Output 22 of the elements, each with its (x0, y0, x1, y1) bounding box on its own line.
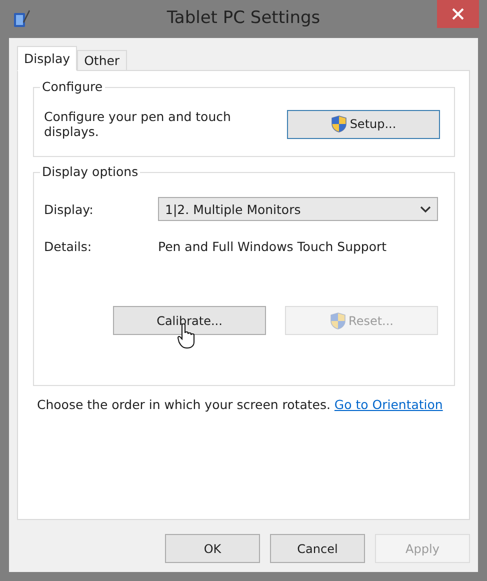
push-button[interactable]: OK (165, 534, 260, 563)
field-label: Details: (44, 239, 93, 254)
shield-icon (330, 312, 346, 330)
group-title: Configure (40, 79, 105, 94)
push-button[interactable]: Calibrate... (113, 306, 266, 335)
push-button[interactable]: Cancel (270, 534, 365, 563)
tab[interactable]: Other (77, 50, 127, 71)
description-text: Configure your pen and touch displays. (44, 109, 232, 139)
push-button[interactable]: Setup... (287, 110, 440, 138)
close-button[interactable] (437, 0, 479, 28)
window-title: Tablet PC Settings (166, 8, 322, 28)
group-title: Display options (40, 164, 140, 179)
chevron-down-icon (420, 206, 431, 212)
tablet-pen-icon (13, 9, 31, 29)
display-dropdown[interactable]: 1|2. Multiple Monitors (158, 197, 438, 221)
close-icon (452, 8, 464, 20)
details-value: Pen and Full Windows Touch Support (158, 239, 387, 254)
field-label: Display: (44, 202, 94, 216)
orientation-link[interactable]: Go to Orientation (334, 397, 443, 412)
tab[interactable]: Display (17, 46, 78, 71)
orientation-text: Choose the order in which your screen rotates. Go to Orientation (37, 396, 444, 414)
shield-icon (330, 115, 347, 133)
